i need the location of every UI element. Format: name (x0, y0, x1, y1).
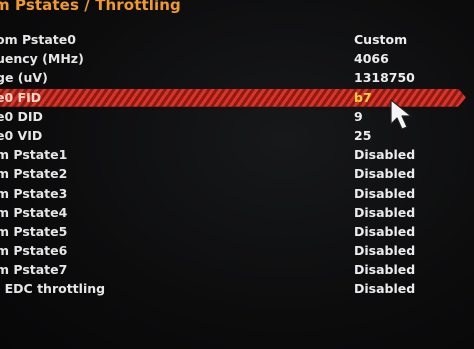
setting-value[interactable]: Disabled (354, 224, 415, 239)
setting-row-custom-pstate7[interactable]: m Pstate7 Disabled (0, 261, 474, 280)
setting-value[interactable]: Disabled (354, 243, 415, 258)
setting-row-custom-pstate2[interactable]: m Pstate2 Disabled (0, 165, 474, 184)
setting-row-custom-pstate6[interactable]: m Pstate6 Disabled (0, 242, 474, 261)
page-title: m Pstates / Throttling (0, 0, 181, 14)
bios-screen: m Pstates / Throttling om Pstate0 Custom… (0, 0, 474, 349)
setting-label: l EDC throttling (0, 281, 106, 297)
setting-label: ge (uV) (0, 70, 48, 86)
setting-label: m Pstate1 (0, 147, 68, 163)
setting-value[interactable]: 9 (354, 109, 363, 124)
setting-label: uency (MHz) (0, 51, 84, 67)
settings-list: om Pstate0 Custom uency (MHz) 4066 ge (u… (0, 31, 474, 300)
mouse-pointer-icon (390, 99, 412, 130)
setting-row-custom-pstate1[interactable]: m Pstate1 Disabled (0, 146, 474, 165)
setting-row-edc-throttling[interactable]: l EDC throttling Disabled (0, 280, 474, 299)
setting-value[interactable]: 1318750 (354, 70, 415, 85)
setting-row-frequency[interactable]: uency (MHz) 4066 (0, 50, 474, 69)
setting-label: m Pstate6 (0, 243, 68, 259)
setting-value[interactable]: Disabled (354, 147, 415, 162)
setting-label: m Pstate4 (0, 204, 68, 220)
setting-value[interactable]: 25 (354, 128, 371, 143)
setting-row-custom-pstate5[interactable]: m Pstate5 Disabled (0, 223, 474, 242)
setting-value[interactable]: 4066 (354, 51, 389, 66)
setting-label: m Pstate3 (0, 185, 68, 201)
setting-label: e0 VID (0, 127, 43, 143)
setting-label: m Pstate2 (0, 166, 68, 182)
setting-label: m Pstate7 (0, 262, 68, 278)
setting-row-voltage[interactable]: ge (uV) 1318750 (0, 69, 474, 88)
setting-label: m Pstate5 (0, 223, 68, 239)
setting-row-custom-pstate3[interactable]: m Pstate3 Disabled (0, 185, 474, 204)
setting-row-custom-pstate0[interactable]: om Pstate0 Custom (0, 31, 474, 50)
setting-label: e0 DID (0, 108, 43, 124)
setting-value[interactable]: Disabled (354, 262, 415, 277)
setting-value[interactable]: b7 (354, 90, 372, 105)
setting-value[interactable]: Disabled (354, 205, 415, 220)
setting-value[interactable]: Disabled (354, 186, 415, 201)
setting-label: om Pstate0 (0, 32, 76, 47)
setting-row-custom-pstate4[interactable]: m Pstate4 Disabled (0, 204, 474, 223)
setting-label: e0 FID (0, 89, 42, 105)
setting-value[interactable]: Custom (354, 32, 407, 47)
setting-value[interactable]: Disabled (354, 166, 415, 181)
setting-value[interactable]: Disabled (354, 281, 415, 296)
